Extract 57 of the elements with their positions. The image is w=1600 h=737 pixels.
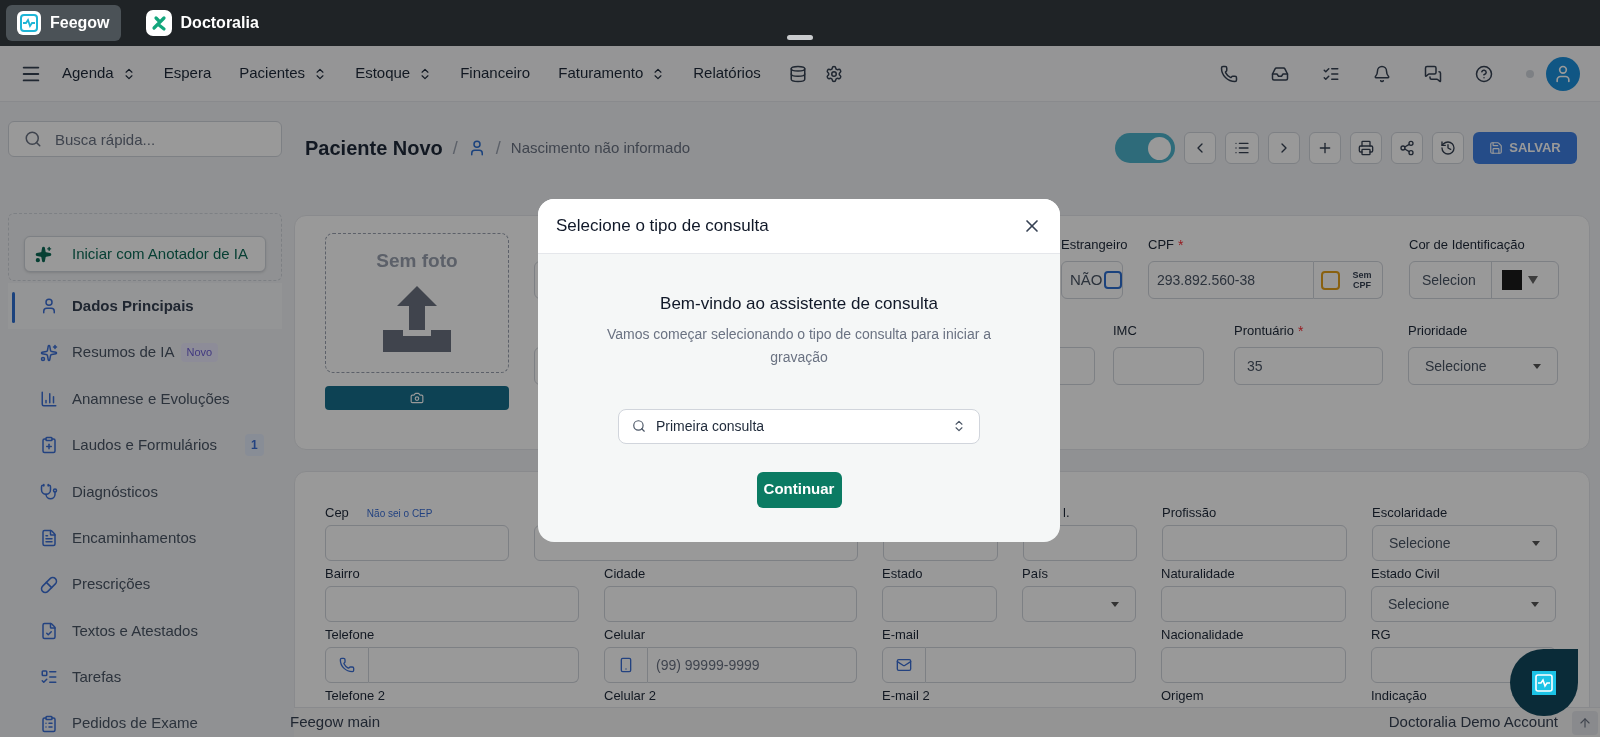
field-label: Estado Civil (1371, 565, 1440, 584)
status-left-text: Feegow main (290, 712, 381, 733)
sidebar-label: Prescrições (72, 574, 151, 595)
sidebar-label: Anamnese e Evoluções (72, 388, 230, 409)
field-label: Indicação (1371, 687, 1427, 706)
breadcrumb-separator: / (452, 136, 458, 160)
dialog-heading: Bem-vindo ao assistente de consulta (660, 293, 938, 315)
new-badge: Novo (180, 343, 219, 362)
field-label: E-mail (882, 626, 919, 645)
sidebar-label: Tarefas (72, 667, 122, 688)
required-mark: * (1298, 321, 1304, 341)
sidebar-label: Encaminhamentos (72, 527, 197, 548)
field-label: l. (1063, 504, 1070, 523)
count-badge: 1 (245, 434, 264, 457)
field-label: Escolaridade (1372, 504, 1448, 523)
sidebar-label: Laudos e Formulários (72, 435, 218, 456)
dialog-subtitle: Vamos começar selecionando o tipo de consulta para iniciar a gravação (605, 324, 993, 367)
no-photo-label: Sem foto (376, 249, 458, 273)
checkbox-value: NÃO (1070, 269, 1103, 290)
breadcrumb-separator: / (495, 136, 501, 160)
field-label: Cep (325, 504, 349, 523)
field-label: E-mail 2 (882, 687, 930, 706)
select-value: Selecion (1410, 262, 1492, 298)
field-label: Estrangeiro (1061, 236, 1128, 255)
field-label: Prioridade (1408, 322, 1468, 341)
select-value: Primeira consulta (656, 416, 765, 436)
field-label: Naturalidade (1161, 565, 1235, 584)
status-right-text: Doctoralia Demo Account (1388, 712, 1558, 733)
field-label: Prontuário (1234, 322, 1294, 341)
select-value: Selecione (1389, 533, 1451, 553)
field-label: Origem (1161, 687, 1204, 706)
field-label: CPF (1148, 236, 1174, 255)
sidebar-label: Diagnósticos (72, 481, 158, 502)
field-label: Celular 2 (604, 687, 657, 706)
field-label: Cidade (604, 565, 646, 584)
page-title: Paciente Novo (305, 136, 443, 161)
field-label: Telefone (325, 626, 375, 645)
select-value: Selecione (1425, 356, 1487, 376)
required-mark: * (1178, 235, 1184, 255)
field-label: Telefone 2 (325, 687, 385, 706)
dialog-title: Selecione o tipo de consulta (556, 215, 769, 238)
select-value: Selecione (1388, 594, 1450, 614)
field-label: Bairro (325, 565, 360, 584)
field-label: IMC (1113, 322, 1137, 341)
birth-info: Nascimento não informado (510, 137, 691, 158)
no-cpf-label: Sem CPF (1351, 270, 1373, 290)
field-label: Nacionalidade (1161, 626, 1244, 645)
field-label: Profissão (1162, 504, 1217, 523)
field-label: Cor de Identificação (1409, 236, 1525, 255)
field-label: País (1022, 565, 1048, 584)
field-label: Estado (882, 565, 923, 584)
field-label: Celular (604, 626, 646, 645)
sidebar-label: Textos e Atestados (72, 620, 198, 641)
sidebar-label: Pedidos de Exame (72, 713, 198, 734)
field-label: RG (1371, 626, 1391, 645)
sidebar-label: Resumos de IA (72, 342, 175, 363)
sidebar-label: Dados Principais (72, 295, 194, 316)
